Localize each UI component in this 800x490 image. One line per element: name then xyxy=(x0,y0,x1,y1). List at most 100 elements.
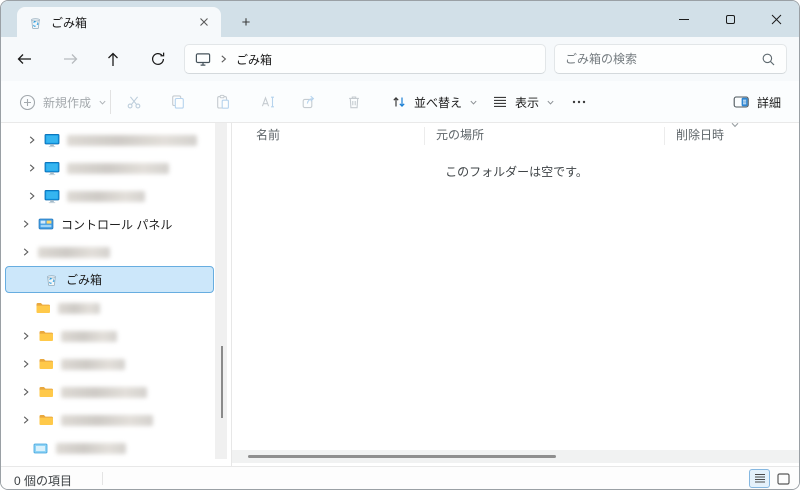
empty-folder-message: このフォルダーは空です。 xyxy=(445,165,588,179)
horizontal-scrollbar-thumb[interactable] xyxy=(248,455,556,458)
column-header-original-location[interactable]: 元の場所 xyxy=(436,126,484,143)
icons-view-toggle[interactable] xyxy=(773,469,794,488)
ellipsis-icon xyxy=(572,100,586,104)
minimize-button[interactable] xyxy=(661,1,707,37)
sidebar-scrollbar[interactable] xyxy=(215,123,227,459)
recycle-bin-icon xyxy=(28,15,43,30)
share-icon xyxy=(302,95,315,109)
sidebar-item-label: コントロール パネル xyxy=(61,217,173,232)
folder-icon xyxy=(39,387,53,397)
chevron-right-icon[interactable] xyxy=(21,359,31,369)
new-tab-button[interactable]: + xyxy=(233,9,259,35)
computer-icon xyxy=(44,162,60,176)
computer-icon xyxy=(44,134,60,148)
sidebar-tree: コントロール パネル ごみ箱 xyxy=(1,123,231,466)
status-bar: 0 個の項目 xyxy=(1,466,799,489)
maximize-button[interactable] xyxy=(707,1,753,37)
sidebar-item-recycle-bin[interactable]: ごみ箱 xyxy=(5,266,214,293)
folder-icon xyxy=(39,415,53,425)
details-pane-icon xyxy=(733,96,749,108)
tab-close-icon[interactable] xyxy=(195,13,213,31)
details-pane-button[interactable]: 詳細 xyxy=(725,87,789,117)
titlebar[interactable]: ごみ箱 + xyxy=(1,1,799,37)
horizontal-scrollbar[interactable] xyxy=(232,450,799,463)
address-bar[interactable]: ごみ箱 xyxy=(184,44,546,74)
tab-title: ごみ箱 xyxy=(51,15,88,30)
chevron-right-icon[interactable] xyxy=(27,191,37,201)
sidebar-item-redacted[interactable] xyxy=(1,238,215,266)
share-button[interactable] xyxy=(291,86,327,118)
paste-button[interactable] xyxy=(205,86,241,118)
chevron-right-icon[interactable] xyxy=(27,135,37,145)
plus-icon: + xyxy=(241,13,251,31)
sort-button[interactable]: 並べ替え xyxy=(383,87,486,117)
redacted-label xyxy=(61,330,117,342)
view-button[interactable]: 表示 xyxy=(484,87,563,117)
tab-recycle-bin[interactable]: ごみ箱 xyxy=(17,7,221,37)
redacted-label xyxy=(67,190,145,202)
sidebar-item-network[interactable] xyxy=(1,434,215,462)
sidebar-item-folder[interactable] xyxy=(1,378,215,406)
column-header-name[interactable]: 名前 xyxy=(256,126,280,143)
sidebar-item-folder[interactable] xyxy=(1,406,215,434)
folder-icon xyxy=(39,359,53,369)
column-header-date-deleted[interactable]: 削除日時 xyxy=(676,126,724,143)
sidebar-item-control-panel[interactable]: コントロール パネル xyxy=(1,210,215,238)
toolbar-separator xyxy=(110,90,111,114)
details-view-toggle[interactable] xyxy=(749,469,770,488)
forward-button[interactable] xyxy=(56,45,84,73)
search-box[interactable] xyxy=(554,44,787,74)
breadcrumb-chevron-icon xyxy=(219,54,228,64)
details-pane-label: 詳細 xyxy=(756,95,781,110)
chevron-down-icon xyxy=(731,122,739,128)
more-options-button[interactable] xyxy=(561,86,597,118)
chevron-right-icon[interactable] xyxy=(21,387,31,397)
window-controls xyxy=(661,1,799,37)
delete-button[interactable] xyxy=(336,86,372,118)
desktop-icon xyxy=(195,51,211,67)
close-icon xyxy=(771,14,781,24)
redacted-label xyxy=(58,302,100,314)
icons-view-icon xyxy=(777,472,790,485)
sidebar-item-folder[interactable] xyxy=(1,294,215,322)
sidebar-item-folder[interactable] xyxy=(1,350,215,378)
sidebar-item-computer[interactable] xyxy=(1,126,215,154)
explorer-window: ごみ箱 + ごみ箱 ごみ箱の検索 新規作成 並べ替え 表示 詳細 コントロール … xyxy=(0,0,800,490)
up-button[interactable] xyxy=(99,45,127,73)
redacted-label xyxy=(38,246,110,258)
computer-icon xyxy=(44,190,60,204)
minimize-icon xyxy=(679,18,689,20)
cut-button[interactable] xyxy=(116,86,152,118)
chevron-right-icon[interactable] xyxy=(21,331,31,341)
file-list-panel: 名前 元の場所 削除日時 このフォルダーは空です。 xyxy=(232,122,799,466)
breadcrumb-location[interactable]: ごみ箱 xyxy=(236,51,272,68)
sidebar-item-computer[interactable] xyxy=(1,154,215,182)
arrow-right-icon xyxy=(63,54,77,64)
details-view-icon xyxy=(754,473,765,483)
chevron-right-icon[interactable] xyxy=(27,163,37,173)
column-separator[interactable] xyxy=(664,127,665,145)
new-button[interactable]: 新規作成 xyxy=(11,87,115,117)
chevron-right-icon[interactable] xyxy=(21,219,31,229)
chevron-down-icon xyxy=(99,100,106,105)
chevron-right-icon[interactable] xyxy=(21,247,31,257)
control-panel-icon xyxy=(38,218,54,230)
copy-button[interactable] xyxy=(160,86,196,118)
chevron-right-icon[interactable] xyxy=(21,415,31,425)
chevron-down-icon xyxy=(470,100,477,105)
rename-button[interactable] xyxy=(250,86,286,118)
back-button[interactable] xyxy=(10,45,38,73)
refresh-button[interactable] xyxy=(144,45,172,73)
rename-icon xyxy=(261,96,274,108)
sidebar-item-computer[interactable] xyxy=(1,182,215,210)
close-button[interactable] xyxy=(753,1,799,37)
content-area: コントロール パネル ごみ箱 名前 元の場所 削除日時 このフォルダーは空です。 xyxy=(1,122,799,466)
recycle-bin-icon xyxy=(47,275,56,286)
status-separator xyxy=(102,472,103,485)
search-input[interactable] xyxy=(565,52,761,66)
column-separator[interactable] xyxy=(424,127,425,145)
sidebar-item-folder[interactable] xyxy=(1,322,215,350)
sidebar-scrollbar-thumb[interactable] xyxy=(221,346,223,418)
view-lines-icon xyxy=(494,96,506,107)
network-icon xyxy=(33,443,48,454)
